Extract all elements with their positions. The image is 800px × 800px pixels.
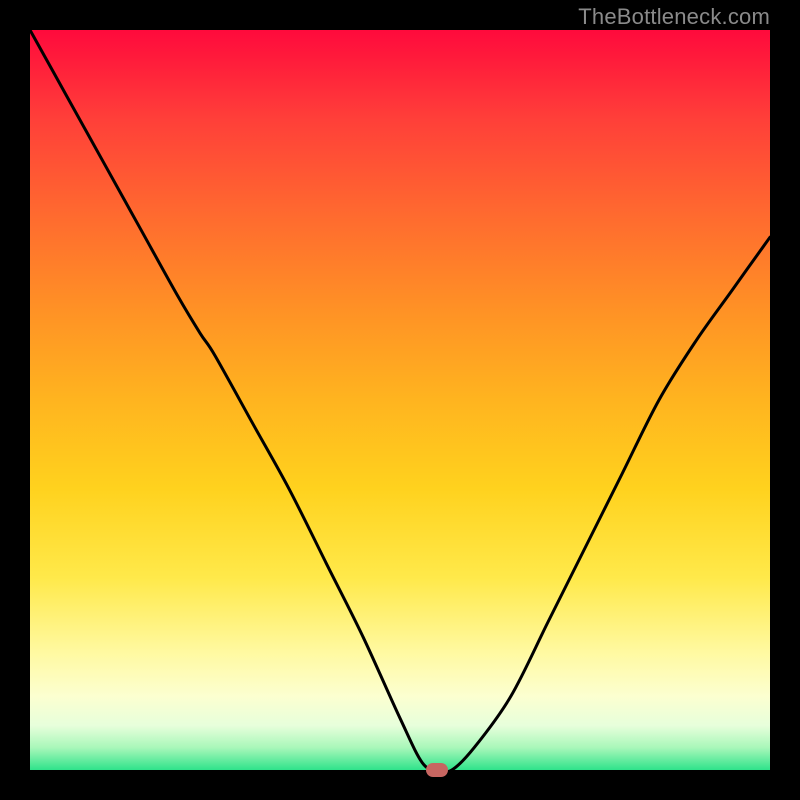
watermark: TheBottleneck.com [578,4,770,30]
plot-area [30,30,770,770]
optimal-marker [426,763,448,777]
chart-frame: TheBottleneck.com [0,0,800,800]
bottleneck-curve [30,30,770,770]
